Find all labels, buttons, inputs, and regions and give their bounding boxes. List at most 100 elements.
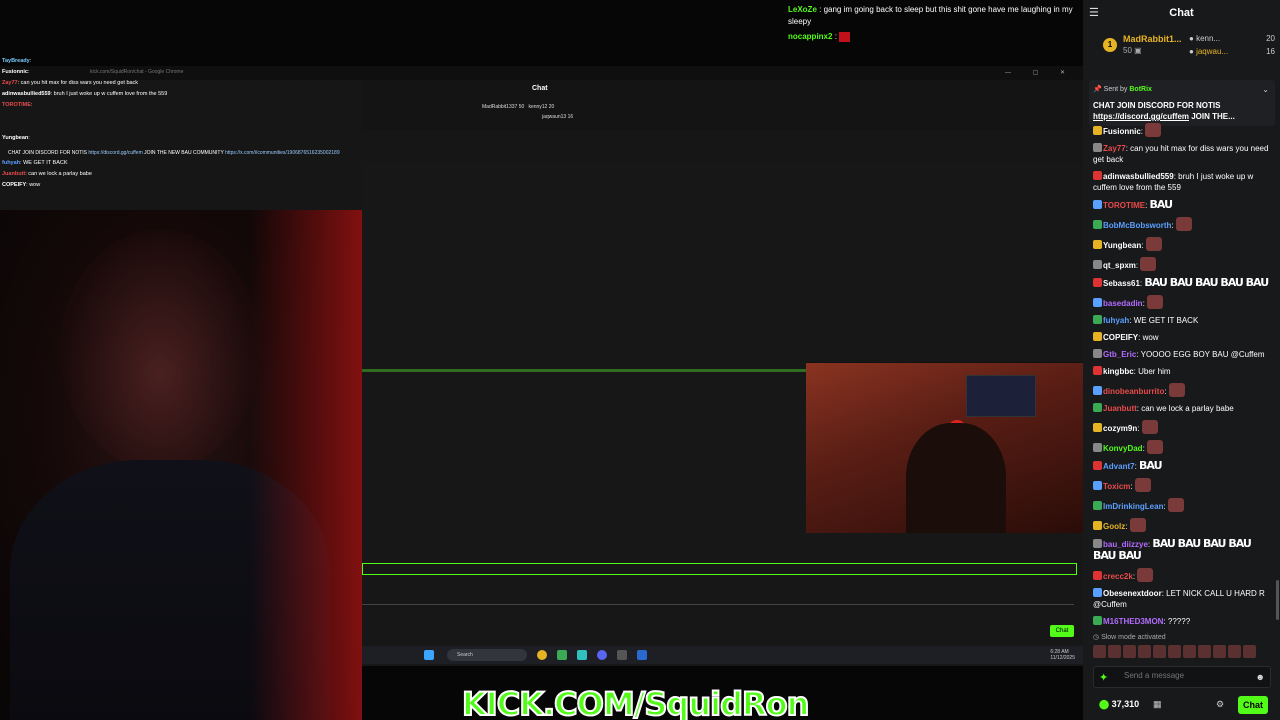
stream-video[interactable]: LeXoZe : gang im going back to sleep but… [0,0,1083,720]
chat-username[interactable]: Juanbutt [1103,404,1137,413]
chat-scrollbar[interactable] [1276,580,1279,620]
pinned-link[interactable]: https://discord.gg/cuffem [1093,112,1189,121]
chat-username[interactable]: Sebass61 [1103,279,1140,288]
emote-icon[interactable] [1183,645,1196,658]
chat-message[interactable]: Obesenextdoor: LET NICK CALL U HARD R @C… [1093,588,1276,610]
chat-username[interactable]: KonvyDad [1103,444,1143,453]
chat-message[interactable]: BobMcBobsworth: [1093,217,1276,231]
leaderboard-first-count: 50 ▣ [1123,46,1142,55]
pinned-sender: 📌 Sent by BotRix [1093,85,1152,93]
emote-icon[interactable] [1153,645,1166,658]
chat-message[interactable]: Gtb_Eric: YOOOO EGG BOY BAU @Cuffem [1093,349,1276,360]
discord-icon [597,650,607,660]
emote-icon[interactable] [1198,645,1211,658]
leaderboard-first-name: MadRabbit1... [1123,34,1182,44]
inset-person [906,423,1006,533]
overlay-text: : [30,102,33,108]
chat-message[interactable]: fuhyah: WE GET IT BACK [1093,315,1276,326]
chat-message[interactable]: cozym9n: [1093,420,1276,434]
chat-message[interactable]: crecc2k: [1093,568,1276,582]
overlay-username: fuhyah [2,160,21,166]
chat-username[interactable]: Gtb_Eric [1103,350,1136,359]
chat-input[interactable] [1124,671,1244,680]
chat-username[interactable]: crecc2k [1103,572,1133,581]
badge-icon [1093,588,1102,597]
chat-message[interactable]: Goolz: [1093,518,1276,532]
emote-icon[interactable] [1243,645,1256,658]
leaderboard-third-count: 16 [1266,47,1275,56]
chat-username[interactable]: Fusionnic [1103,127,1141,136]
emoji-picker-icon[interactable]: ☻ [1256,672,1265,682]
viewer-count-value: 37,310 [1111,699,1140,709]
chat-message[interactable]: kingbbc: Uber him [1093,366,1276,377]
chat-message[interactable]: M16THED3MON: ????? [1093,616,1276,627]
chat-input-box[interactable]: ✦ ☻ [1093,666,1271,688]
chat-username[interactable]: qt_spxm [1103,261,1136,270]
overlay-chat-message: Juanbutt: can we lock a parlay babe [2,169,362,180]
chat-message[interactable]: Sebass61: BAU BAU BAU BAU BAU [1093,277,1276,289]
overlay-chat-message: TOROTIME: [2,100,362,111]
chat-message[interactable]: bau_diizzye: BAU BAU BAU BAU BAU BAU [1093,538,1276,562]
top-chat-username: nocappinx2 [788,32,833,41]
chat-message[interactable]: qt_spxm: [1093,257,1276,271]
chat-username[interactable]: COPEIFY [1103,333,1138,342]
chat-username[interactable]: cozym9n [1103,424,1137,433]
chat-message[interactable]: COPEIFY: wow [1093,332,1276,343]
desktop-lb-third: jaqwaun13 [542,114,567,120]
chat-username[interactable]: Zay77 [1103,144,1126,153]
chat-username[interactable]: Advant7 [1103,462,1135,471]
chat-message[interactable]: Toxicm: [1093,478,1276,492]
chat-message-list[interactable]: Fusionnic: Zay77: can you hit max for di… [1093,123,1276,633]
emote-icon [1147,440,1164,454]
chat-username[interactable]: dinobeanburrito [1103,387,1164,396]
emote-icon[interactable] [1213,645,1226,658]
badge-icon [1093,171,1102,180]
top-chat-message: LeXoZe : gang im going back to sleep but… [788,4,1083,28]
chat-message[interactable]: KonvyDad: [1093,440,1276,454]
chat-username[interactable]: basedadin [1103,299,1143,308]
overlay-username: Zay77 [2,80,18,86]
chat-username[interactable]: adinwasbullied559 [1103,172,1174,181]
chat-username[interactable]: M16THED3MON [1103,617,1163,626]
chat-message[interactable]: Advant7: BAU [1093,460,1276,472]
emote-icon[interactable] [1123,645,1136,658]
chat-text: WE GET IT BACK [1133,316,1199,325]
quick-emote-bar[interactable] [1093,645,1276,661]
emote-icon[interactable] [1108,645,1121,658]
chat-username[interactable]: ImDrinkingLean [1103,502,1163,511]
chat-username[interactable]: Toxicm [1103,482,1130,491]
emote-icon[interactable] [1093,645,1106,658]
gift-icon[interactable]: ▦ [1153,699,1162,710]
chat-username[interactable]: fuhyah [1103,316,1129,325]
chat-message[interactable]: Zay77: can you hit max for diss wars you… [1093,143,1276,165]
chat-message[interactable]: TOROTIME: BAU [1093,199,1276,211]
chat-message[interactable]: dinobeanburrito: [1093,383,1276,397]
emote-icon[interactable] [1168,645,1181,658]
chat-message[interactable]: ImDrinkingLean: [1093,498,1276,512]
chat-title: Chat [1169,7,1194,19]
badge-icon [1093,521,1102,530]
sent-by-label: Sent by [1103,86,1128,93]
chat-message[interactable]: adinwasbullied559: bruh I just woke up w… [1093,171,1276,193]
chat-message[interactable]: Yungbean: [1093,237,1276,251]
send-chat-button[interactable]: Chat [1238,696,1268,714]
pinned-sender-name: BotRix [1129,86,1152,93]
gift-leaderboard[interactable]: 1 MadRabbit1... 50 ▣ ● kenn... 20 ● jaqw… [1083,30,1280,64]
gear-icon[interactable]: ⚙ [1216,699,1224,710]
emote-icon[interactable] [1228,645,1241,658]
chat-username[interactable]: bau_diizzye [1103,540,1148,549]
chat-username[interactable]: Yungbean [1103,241,1141,250]
chat-username[interactable]: Goolz [1103,522,1125,531]
chat-username[interactable]: kingbbc [1103,367,1134,376]
sparkle-icon[interactable]: ✦ [1099,671,1108,684]
pinned-message[interactable]: 📌 Sent by BotRix ⌄ CHAT JOIN DISCORD FOR… [1089,80,1275,126]
overlay-chat-message: fuhyah: WE GET IT BACK [2,158,362,169]
chat-message[interactable]: basedadin: [1093,295,1276,309]
chevron-down-icon[interactable]: ⌄ [1262,85,1269,94]
chat-username[interactable]: TOROTIME [1103,201,1145,210]
chat-username[interactable]: Obesenextdoor [1103,589,1162,598]
chat-message[interactable]: Fusionnic: [1093,123,1276,137]
emote-icon[interactable] [1138,645,1151,658]
chat-username[interactable]: BobMcBobsworth [1103,221,1171,230]
chat-message[interactable]: Juanbutt: can we lock a parlay babe [1093,403,1276,414]
